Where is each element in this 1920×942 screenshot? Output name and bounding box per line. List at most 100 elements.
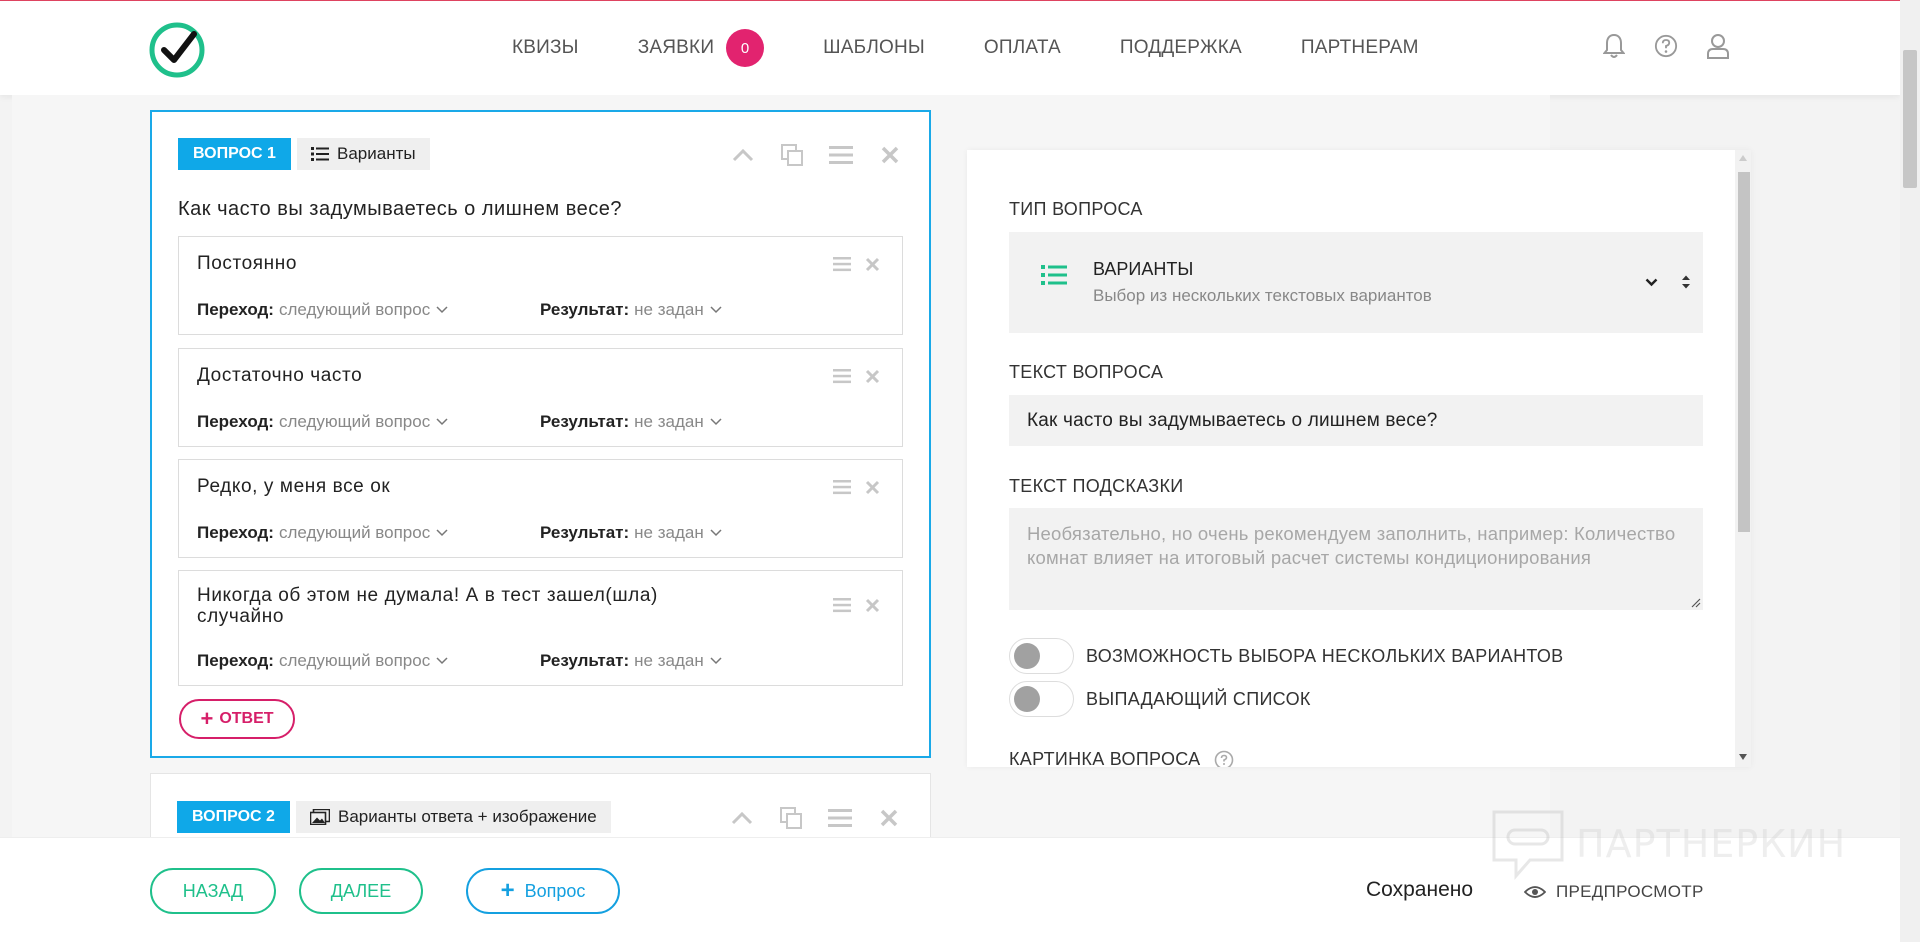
multi-select-toggle[interactable] [1009, 638, 1074, 674]
question-image-label-row: КАРТИНКА ВОПРОСА [1009, 749, 1234, 767]
logo-check-icon[interactable] [148, 21, 206, 79]
save-status: Сохранено [1366, 878, 1474, 901]
type-title: ВАРИАНТЫ [1093, 259, 1194, 279]
chevron-down-icon [1645, 278, 1658, 287]
transition-select[interactable]: Переход: следующий вопрос [197, 523, 540, 543]
question-settings-panel: ТИП ВОПРОСА ВАРИАНТЫ Выбор из нескольких… [967, 150, 1751, 767]
chevron-down-icon [710, 657, 722, 665]
result-select[interactable]: Результат: не задан [540, 523, 722, 543]
sort-arrows-icon [1682, 275, 1690, 289]
multi-select-toggle-row: ВОЗМОЖНОСТЬ ВЫБОРА НЕСКОЛЬКИХ ВАРИАНТОВ [1009, 638, 1563, 674]
list-icon [1041, 265, 1067, 285]
next-button[interactable]: ДАЛЕЕ [299, 868, 423, 914]
panel-scrollbar-thumb[interactable] [1738, 172, 1750, 532]
nav-quizzes[interactable]: КВИЗЫ [512, 37, 579, 59]
drag-handle-icon[interactable] [833, 256, 851, 272]
move-up-icon[interactable] [728, 804, 755, 831]
delete-answer-icon[interactable] [865, 598, 880, 613]
header: КВИЗЫ ЗАЯВКИ 0 ШАБЛОНЫ ОПЛАТА ПОДДЕРЖКА П… [0, 1, 1900, 95]
page-scrollbar[interactable] [1900, 0, 1920, 942]
help-icon[interactable] [1214, 750, 1234, 768]
answer-item[interactable]: Достаточно часто Переход: следующий вопро… [178, 348, 903, 447]
hint-textarea[interactable]: Необязательно, но очень рекомендуем запо… [1009, 508, 1703, 610]
nav-payment[interactable]: ОПЛАТА [984, 37, 1061, 59]
drag-handle-icon[interactable] [833, 597, 851, 613]
question-text-input[interactable]: Как часто вы задумываетесь о лишнем весе… [1009, 395, 1703, 446]
transition-select[interactable]: Переход: следующий вопрос [197, 412, 540, 432]
drag-handle-icon[interactable] [833, 368, 851, 384]
preview-button[interactable]: ПРЕДПРОСМОТР [1524, 882, 1704, 902]
question-number-tag: ВОПРОС 2 [177, 801, 290, 833]
answer-text: Редко, у меня все ок [197, 476, 391, 497]
nav-requests[interactable]: ЗАЯВКИ 0 [638, 29, 765, 67]
drag-handle-icon[interactable] [827, 141, 854, 168]
question-card-1[interactable]: ВОПРОС 1 Варианты Как часто вы задумывае… [150, 110, 931, 758]
chevron-down-icon [710, 306, 722, 314]
toggle-knob [1014, 643, 1040, 669]
type-label: ТИП ВОПРОСА [1009, 199, 1143, 219]
watermark: ПАРТНЕРКИН [1490, 808, 1846, 880]
result-select[interactable]: Результат: не задан [540, 651, 722, 671]
scroll-down-arrow-icon[interactable] [1739, 754, 1747, 760]
add-answer-button[interactable]: + ОТВЕТ [179, 699, 295, 739]
question-title: Как часто вы задумываетесь о лишнем весе… [178, 198, 622, 220]
chevron-down-icon [710, 418, 722, 426]
answer-item[interactable]: Никогда об этом не думала! А в тест заше… [178, 570, 903, 686]
requests-count-badge: 0 [726, 29, 765, 67]
resize-grip-icon[interactable] [1691, 598, 1701, 608]
toggle-knob [1014, 686, 1040, 712]
chevron-down-icon [436, 657, 448, 665]
multi-select-label: ВОЗМОЖНОСТЬ ВЫБОРА НЕСКОЛЬКИХ ВАРИАНТОВ [1086, 645, 1564, 666]
page-scrollbar-thumb[interactable] [1903, 50, 1917, 188]
chevron-down-icon [436, 529, 448, 537]
answer-text: Достаточно часто [197, 365, 363, 386]
answer-text: Никогда об этом не думала! А в тест заше… [197, 585, 658, 627]
bell-icon[interactable] [1602, 33, 1626, 59]
answer-text: Постоянно [197, 253, 298, 274]
nav-support[interactable]: ПОДДЕРЖКА [1120, 37, 1242, 59]
type-description: Выбор из нескольких текстовых вариантов [1093, 286, 1432, 305]
hint-text-label: ТЕКСТ ПОДСКАЗКИ [1009, 476, 1184, 496]
copy-icon[interactable] [777, 804, 804, 831]
plus-icon: + [200, 706, 214, 731]
transition-select[interactable]: Переход: следующий вопрос [197, 651, 540, 671]
delete-answer-icon[interactable] [865, 257, 880, 272]
main-nav: КВИЗЫ ЗАЯВКИ 0 ШАБЛОНЫ ОПЛАТА ПОДДЕРЖКА П… [512, 1, 1478, 95]
question-type-chip: Варианты [297, 138, 430, 170]
drag-handle-icon[interactable] [833, 479, 851, 495]
result-select[interactable]: Результат: не задан [540, 412, 722, 432]
delete-answer-icon[interactable] [865, 369, 880, 384]
dropdown-toggle-row: ВЫПАДАЮЩИЙ СПИСОК [1009, 681, 1311, 717]
image-list-icon [310, 809, 330, 825]
question-card-2[interactable]: ВОПРОС 2 Варианты ответа + изображение [150, 773, 931, 843]
dropdown-toggle[interactable] [1009, 681, 1074, 717]
add-question-button[interactable]: + Вопрос [466, 868, 620, 914]
chevron-down-icon [436, 306, 448, 314]
plus-icon: + [500, 877, 515, 904]
transition-select[interactable]: Переход: следующий вопрос [197, 300, 540, 320]
back-button[interactable]: НАЗАД [150, 868, 276, 914]
answer-item[interactable]: Редко, у меня все ок Переход: следующий в… [178, 459, 903, 558]
chevron-down-icon [436, 418, 448, 426]
move-up-icon[interactable] [729, 141, 756, 168]
question-number-tag: ВОПРОС 1 [178, 138, 291, 170]
watermark-logo-icon [1492, 810, 1564, 880]
drag-handle-icon[interactable] [826, 804, 853, 831]
scroll-up-arrow-icon[interactable] [1739, 155, 1747, 161]
user-icon[interactable] [1706, 33, 1730, 59]
nav-templates[interactable]: ШАБЛОНЫ [823, 37, 925, 59]
delete-answer-icon[interactable] [865, 480, 880, 495]
eye-icon [1524, 886, 1546, 898]
close-icon[interactable] [875, 804, 902, 831]
list-icon [311, 147, 329, 161]
result-select[interactable]: Результат: не задан [540, 300, 722, 320]
close-icon[interactable] [876, 141, 903, 168]
answer-item[interactable]: Постоянно Переход: следующий вопрос Резул… [178, 236, 903, 335]
nav-partners[interactable]: ПАРТНЕРАМ [1301, 37, 1419, 59]
question-image-label: КАРТИНКА ВОПРОСА [1009, 749, 1201, 767]
panel-scrollbar[interactable] [1735, 150, 1751, 767]
chevron-down-icon [710, 529, 722, 537]
help-icon[interactable] [1654, 33, 1678, 59]
question-type-select[interactable]: ВАРИАНТЫ Выбор из нескольких текстовых в… [1009, 232, 1703, 333]
copy-icon[interactable] [778, 141, 805, 168]
